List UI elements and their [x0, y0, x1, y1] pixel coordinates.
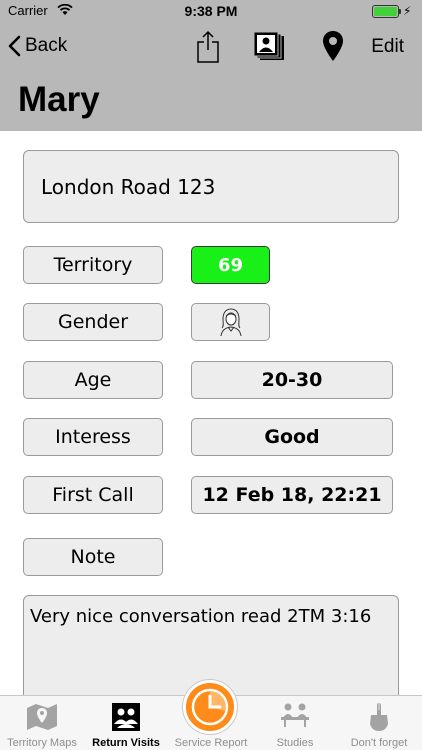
chevron-left-icon: [8, 35, 21, 57]
study-icon: [281, 703, 309, 727]
finger-icon: [370, 703, 388, 731]
interest-value[interactable]: Good: [191, 418, 393, 456]
tab-dont-forget[interactable]: Don't forget: [337, 696, 421, 750]
tab-territory-maps[interactable]: Territory Maps: [0, 696, 84, 750]
location-pin-icon[interactable]: [322, 30, 344, 62]
interest-button[interactable]: Interess: [23, 418, 163, 456]
share-icon[interactable]: [196, 30, 220, 64]
clock-time: 9:38 PM: [184, 3, 238, 19]
people-icon: [112, 703, 140, 731]
clock-icon: [191, 688, 229, 726]
territory-value[interactable]: 69: [191, 246, 270, 284]
first-call-button[interactable]: First Call: [23, 476, 163, 514]
tab-studies[interactable]: Studies: [253, 696, 337, 750]
woman-icon: [220, 308, 241, 337]
age-button[interactable]: Age: [23, 361, 163, 399]
service-report-button[interactable]: [183, 680, 237, 734]
back-button[interactable]: Back: [8, 35, 67, 57]
back-label: Back: [25, 35, 68, 56]
page-title: Mary: [18, 80, 100, 119]
first-call-value[interactable]: 12 Feb 18, 22:21: [191, 476, 393, 514]
edit-button[interactable]: Edit: [371, 36, 404, 58]
note-button[interactable]: Note: [23, 538, 163, 576]
gender-button[interactable]: Gender: [23, 303, 163, 341]
battery-icon: ⚡: [372, 4, 412, 19]
gender-value[interactable]: [191, 303, 270, 341]
contacts-album-icon[interactable]: [252, 30, 286, 62]
navigation-bar: Back Edit Mary: [0, 24, 422, 131]
map-icon: [27, 704, 57, 730]
status-bar: Carrier 9:38 PM ⚡: [0, 0, 422, 24]
territory-button[interactable]: Territory: [23, 246, 163, 284]
age-value[interactable]: 20-30: [191, 361, 393, 399]
address-field[interactable]: London Road 123: [23, 150, 399, 223]
tab-return-visits[interactable]: Return Visits: [84, 696, 168, 750]
